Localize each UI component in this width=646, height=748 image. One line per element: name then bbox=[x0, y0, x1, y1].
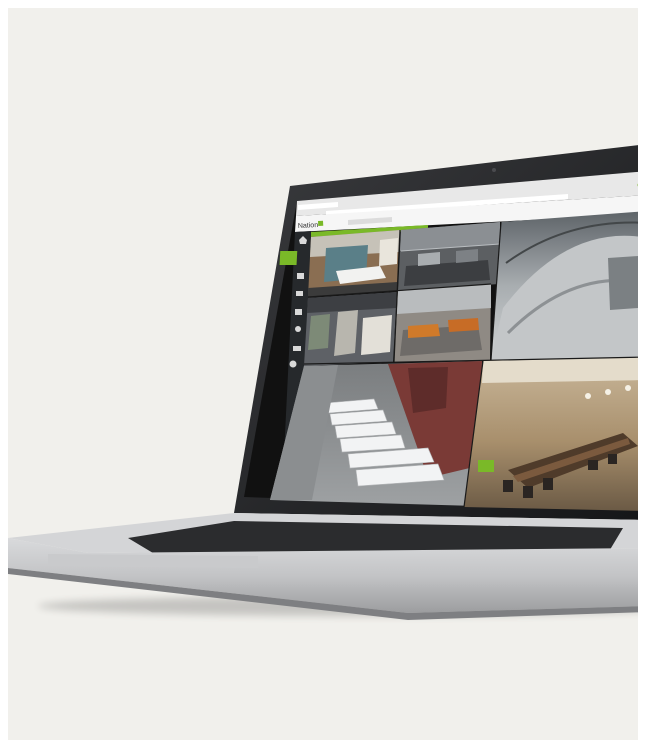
grid-icon[interactable] bbox=[297, 273, 304, 279]
product-photo: Nation bbox=[8, 8, 638, 740]
camera-badge bbox=[478, 460, 494, 472]
screen: Nation bbox=[244, 171, 638, 511]
camera-tile-hallway[interactable] bbox=[304, 292, 397, 366]
sidebar-active-item[interactable] bbox=[279, 251, 298, 265]
app-logo: Nation bbox=[298, 222, 319, 230]
map-icon[interactable] bbox=[295, 309, 302, 315]
camera-tile-loading-dock[interactable] bbox=[270, 361, 482, 506]
laptop-scene: Nation bbox=[8, 145, 638, 620]
trackpad bbox=[48, 554, 258, 568]
camera-tile-fisheye-warehouse[interactable] bbox=[491, 211, 638, 360]
camera-tile-boardroom[interactable] bbox=[464, 357, 638, 511]
list-icon[interactable] bbox=[293, 346, 301, 351]
camera-tile-parking-garage[interactable] bbox=[398, 222, 501, 291]
settings-icon[interactable] bbox=[289, 360, 297, 368]
logo-mark-icon bbox=[318, 220, 324, 226]
camera-tile-lounge[interactable] bbox=[394, 284, 491, 362]
camera-icon[interactable] bbox=[296, 291, 303, 296]
webcam-icon bbox=[492, 168, 496, 172]
user-icon[interactable] bbox=[295, 326, 301, 332]
camera-tile-meeting-room[interactable] bbox=[308, 230, 400, 297]
